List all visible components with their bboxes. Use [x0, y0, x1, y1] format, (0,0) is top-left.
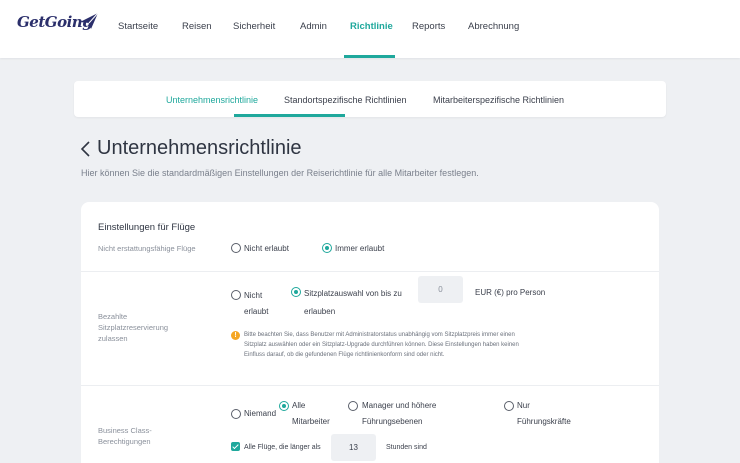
business-all-employees-radio[interactable] [279, 401, 289, 411]
nonrefundable-not-allowed-label[interactable]: Nicht erlaubt [244, 241, 289, 256]
nonrefundable-not-allowed-radio[interactable] [231, 243, 241, 253]
business-managers-radio[interactable] [348, 401, 358, 411]
paid-seats-not-allowed-radio[interactable] [231, 290, 241, 300]
page-subtitle: Hier können Sie die standardmäßigen Eins… [81, 168, 479, 178]
nav-item-richtlinie[interactable]: Richtlinie [350, 21, 393, 32]
nav-item-abrechnung[interactable]: Abrechnung [468, 21, 519, 32]
seat-price-unit: EUR (€) pro Person [475, 288, 546, 297]
nonrefundable-always-allowed-label[interactable]: Immer erlaubt [335, 241, 384, 256]
nav-item-admin[interactable]: Admin [300, 21, 327, 32]
flight-settings-card: Einstellungen für Flüge Nicht erstattung… [81, 202, 659, 463]
business-managers-label[interactable]: Manager und höhere Führungsebenen [362, 398, 436, 430]
back-chevron-icon[interactable] [80, 140, 92, 158]
long-flights-checkbox[interactable] [231, 442, 240, 451]
business-executives-radio[interactable] [504, 401, 514, 411]
flight-hours-suffix: Stunden sind [386, 444, 427, 451]
nonrefundable-always-allowed-radio[interactable] [322, 243, 332, 253]
nav-item-startseite[interactable]: Startseite [118, 21, 158, 32]
paper-plane-icon [80, 12, 99, 29]
section-title: Einstellungen für Flüge [98, 222, 196, 233]
flight-hours-input[interactable]: 13 [331, 434, 376, 461]
tab-standortspezifische-richtlinien[interactable]: Standortspezifische Richtlinien [284, 95, 407, 105]
tab-mitarbeiterspezifische-richtlinien[interactable]: Mitarbeiterspezifische Richtlinien [433, 95, 564, 105]
nav-item-reports[interactable]: Reports [412, 21, 445, 32]
nonrefundable-label: Nicht erstattungsfähige Flüge [98, 244, 196, 253]
admin-seat-note: Bitte beachten Sie, dass Benutzer mit Ad… [244, 332, 519, 358]
active-subtab-indicator [234, 114, 345, 117]
business-none-radio[interactable] [231, 409, 241, 419]
paid-seats-upto-label[interactable]: Sitzplatzauswahl von bis zu erlauben [304, 285, 402, 321]
divider [81, 271, 659, 272]
seat-price-input[interactable]: 0 [418, 276, 463, 303]
divider [81, 385, 659, 386]
paid-seats-not-allowed-label[interactable]: Nicht erlaubt [244, 288, 268, 320]
policy-subtabs: Unternehmensrichtlinie Standortspezifisc… [74, 81, 666, 117]
nav-item-reisen[interactable]: Reisen [182, 21, 212, 32]
tab-unternehmensrichtlinie[interactable]: Unternehmensrichtlinie [166, 95, 258, 105]
warning-icon: ! [231, 331, 240, 340]
top-navigation: GetGoing Startseite Reisen Sicherheit Ad… [0, 0, 740, 58]
paid-seats-upto-radio[interactable] [291, 287, 301, 297]
nav-item-sicherheit[interactable]: Sicherheit [233, 21, 275, 32]
business-class-label: Business Class- Berechtigungen [98, 426, 152, 446]
paid-seats-label: Bezahlte Sitzplatzreservierung zulassen [98, 312, 169, 343]
page-title: Unternehmensrichtlinie [97, 137, 302, 159]
long-flights-label[interactable]: Alle Flüge, die länger als [244, 440, 321, 455]
business-none-label[interactable]: Niemand [244, 406, 276, 421]
business-executives-label[interactable]: Nur Führungskräfte [517, 398, 571, 430]
business-all-employees-label[interactable]: Alle Mitarbeiter [292, 398, 330, 430]
active-nav-indicator [344, 55, 395, 58]
